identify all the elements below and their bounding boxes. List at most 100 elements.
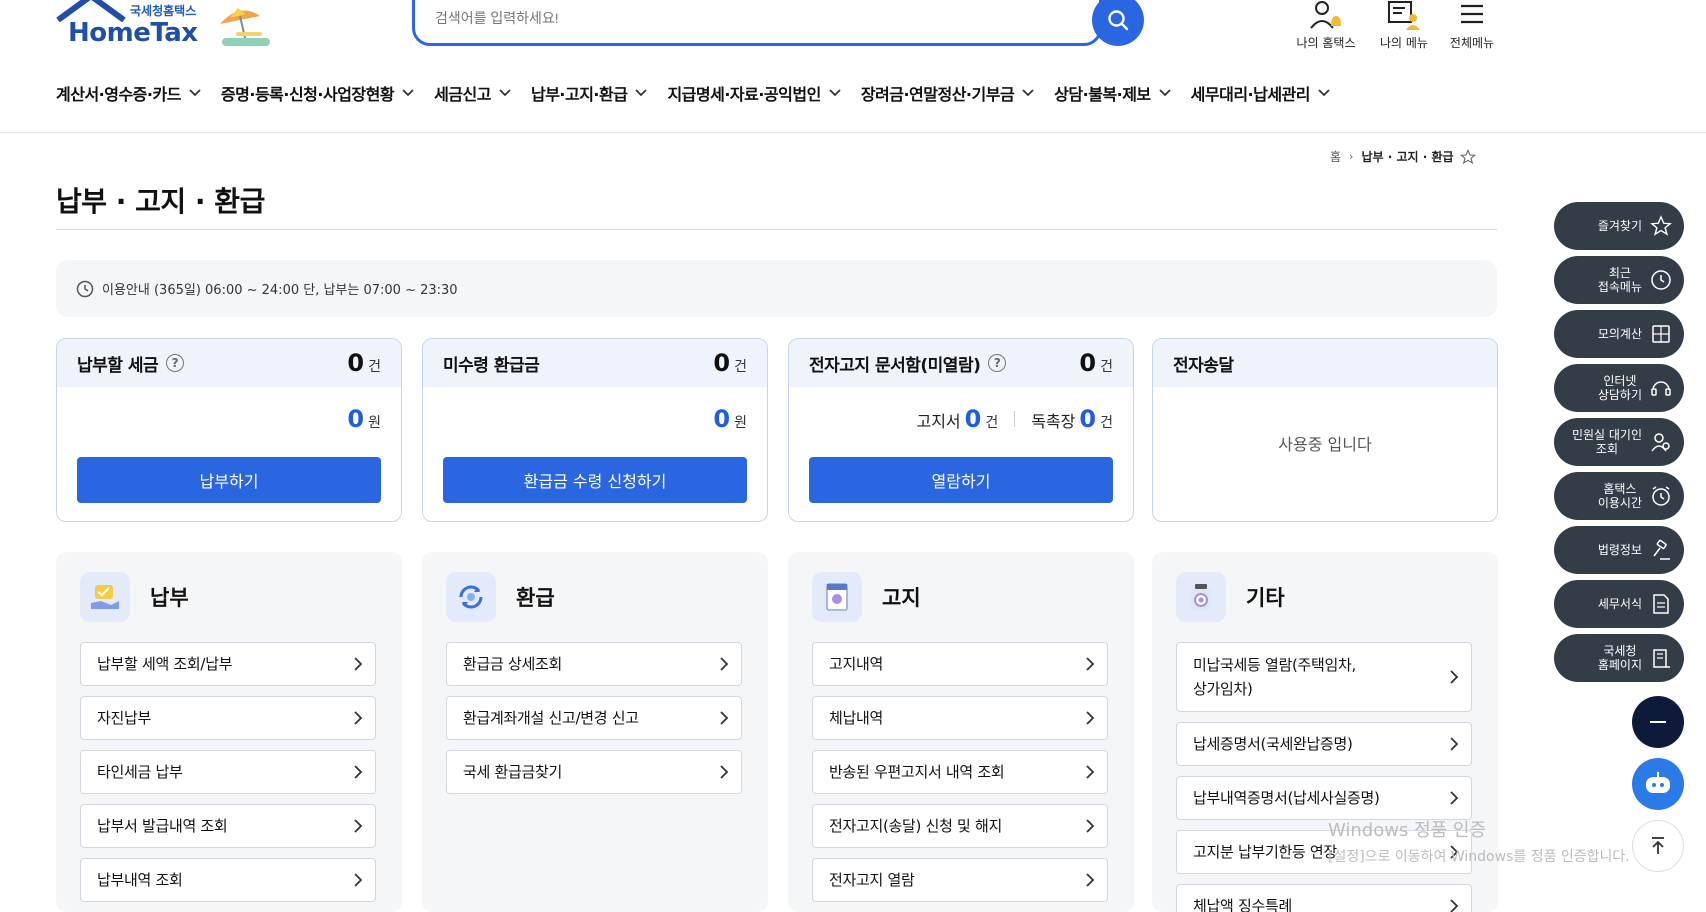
view-button[interactable]: 열람하기 — [809, 457, 1113, 503]
title-divider — [56, 229, 1497, 230]
hamburger-icon — [1461, 4, 1483, 24]
logo-subtitle: 국세청홈택스 — [130, 4, 197, 18]
chevron-right-icon — [1086, 765, 1095, 779]
list-item[interactable]: 반송된 우편고지서 내역 조회 — [812, 750, 1108, 794]
count-value: 0 — [713, 349, 731, 377]
list-item[interactable]: 환급계좌개설 신고/변경 신고 — [446, 696, 742, 740]
scroll-top-button[interactable] — [1632, 820, 1684, 872]
refund-cycle-icon — [446, 572, 496, 622]
chevron-right-icon — [1086, 657, 1095, 671]
headset-icon — [1651, 381, 1671, 396]
usage-notice-text: 이용안내 (365일) 06:00 ~ 24:00 단, 납부는 07:00 ~… — [102, 283, 458, 298]
amount-unit: 원 — [734, 415, 747, 431]
global-navigation: 계산서·영수증·카드 증명·등록·신청·사업장현황 세금신고 납부·고지·환급 … — [56, 78, 1330, 108]
gnb-item-incentives[interactable]: 장려금·연말정산·기부금 — [861, 78, 1034, 108]
chatbot-button[interactable] — [1632, 758, 1684, 810]
card-title: 전자고지 문서함(미열람) — [809, 355, 981, 376]
pay-button[interactable]: 납부하기 — [77, 457, 381, 503]
chevron-right-icon — [354, 819, 363, 833]
search-button[interactable] — [1092, 0, 1144, 46]
help-icon[interactable]: ? — [988, 354, 1007, 372]
quick-waiting-lookup[interactable]: 민원실 대기인 조회 — [1554, 418, 1684, 466]
watermark-line2: [설정]으로 이동하여 Windows를 정품 인증합니다. — [1328, 849, 1630, 865]
quick-online-consult[interactable]: 인터넷 상담하기 — [1554, 364, 1684, 412]
chatbot-icon — [1646, 772, 1670, 793]
list-item[interactable]: 타인세금 납부 — [80, 750, 376, 794]
urge-unit: 건 — [1100, 415, 1113, 431]
card-title: 납부할 세금 — [77, 355, 159, 376]
quick-tax-forms[interactable]: 세무서식 — [1554, 580, 1684, 628]
quick-law-info[interactable]: 법령정보 — [1554, 526, 1684, 574]
collapse-quick-menu-button[interactable] — [1632, 696, 1684, 748]
my-menu-link[interactable]: 나의 메뉴 — [1368, 0, 1440, 51]
quick-nts-homepage[interactable]: 국세청 홈페이지 — [1554, 634, 1684, 682]
category-notice: 고지 고지내역 체납내역 반송된 우편고지서 내역 조회 전자고지(송달) 신청… — [788, 552, 1134, 912]
building-icon — [1653, 649, 1670, 668]
list-item[interactable]: 환급금 상세조회 — [446, 642, 742, 686]
chevron-right-icon — [1450, 899, 1459, 912]
divider — [1014, 411, 1016, 427]
list-item[interactable]: 납세증명서(국세완납증명) — [1176, 722, 1472, 766]
hometax-logo[interactable]: 국세청홈택스 HomeTax — [56, 0, 271, 52]
search-input[interactable] — [435, 3, 1035, 33]
breadcrumb-current: 납부 · 고지 · 환급 — [1361, 150, 1454, 164]
favorite-star-icon[interactable] — [1459, 148, 1476, 165]
list-item[interactable]: 납부할 세액 조회/납부 — [80, 642, 376, 686]
help-icon[interactable]: ? — [166, 354, 185, 372]
list-item[interactable]: 납부내역 조회 — [80, 858, 376, 902]
chevron-down-icon — [635, 89, 648, 97]
quick-recent-menu[interactable]: 최근 접속메뉴 — [1554, 256, 1684, 304]
alarm-clock-icon — [1652, 486, 1670, 506]
chevron-right-icon — [1450, 737, 1459, 751]
gnb-item-agent[interactable]: 세무대리·납세관리 — [1191, 78, 1330, 108]
all-menu-button[interactable]: 전체메뉴 — [1436, 0, 1508, 51]
list-item[interactable]: 체납내역 — [812, 696, 1108, 740]
list-item[interactable]: 미납국세등 열람(주택임차, 상가임차) — [1176, 642, 1472, 712]
umbrella-icon — [220, 8, 270, 46]
quick-favorites[interactable]: 즐겨찾기 — [1554, 202, 1684, 250]
my-menu-label: 나의 메뉴 — [1380, 36, 1428, 50]
star-icon — [1650, 215, 1672, 236]
gnb-item-payment[interactable]: 납부·고지·환급 — [531, 78, 648, 108]
notice-label: 고지서 — [916, 412, 961, 431]
summary-card-tax-due: 납부할 세금 ? 0건 0원 납부하기 — [56, 338, 402, 522]
refund-apply-button[interactable]: 환급금 수령 신청하기 — [443, 457, 747, 503]
quick-service-hours[interactable]: 홈택스 이용시간 — [1554, 472, 1684, 520]
all-menu-label: 전체메뉴 — [1449, 36, 1495, 50]
chevron-down-icon — [829, 89, 841, 97]
category-title: 고지 — [882, 586, 921, 610]
gnb-item-tax-return[interactable]: 세금신고 — [434, 78, 511, 108]
list-item[interactable]: 고지내역 — [812, 642, 1108, 686]
count-unit: 건 — [1100, 359, 1113, 375]
windows-activation-watermark: Windows 정품 인증 [설정]으로 이동하여 Windows를 정품 인증… — [1328, 816, 1630, 866]
gnb-item-consulting[interactable]: 상담·불복·제보 — [1054, 78, 1171, 108]
clock-icon — [1651, 270, 1671, 290]
amount-unit: 원 — [368, 415, 381, 431]
list-item[interactable]: 납부내역증명서(납세사실증명) — [1176, 776, 1472, 820]
breadcrumb-home[interactable]: 홈 — [1330, 148, 1341, 165]
chevron-right-icon — [720, 765, 729, 779]
delivery-status: 사용중 입니다 — [1278, 435, 1372, 454]
quick-simulation[interactable]: 모의계산 — [1554, 310, 1684, 358]
list-item[interactable]: 전자고지 열람 — [812, 858, 1108, 902]
gnb-item-receipts[interactable]: 계산서·영수증·카드 — [56, 78, 201, 108]
watermark-line1: Windows 정품 인증 — [1328, 820, 1487, 841]
count-unit: 건 — [734, 359, 747, 375]
search-box[interactable] — [412, 0, 1102, 46]
usage-notice: 이용안내 (365일) 06:00 ~ 24:00 단, 납부는 07:00 ~… — [56, 260, 1497, 317]
category-title: 기타 — [1246, 586, 1285, 610]
summary-card-unclaimed-refund: 미수령 환급금 0건 0원 환급금 수령 신청하기 — [422, 338, 768, 522]
list-item[interactable]: 국세 환급금찾기 — [446, 750, 742, 794]
count-unit: 건 — [368, 359, 381, 375]
page-title: 납부 · 고지 · 환급 — [56, 185, 265, 218]
law-gavel-icon — [1653, 539, 1670, 560]
card-title: 미수령 환급금 — [443, 355, 540, 376]
list-item[interactable]: 자진납부 — [80, 696, 376, 740]
gnb-item-certificates[interactable]: 증명·등록·신청·사업장현황 — [221, 78, 414, 108]
gnb-item-statements[interactable]: 지급명세·자료·공익법인 — [667, 78, 841, 108]
my-hometax-link[interactable]: 나의 홈택스 — [1290, 0, 1362, 51]
list-item[interactable]: 전자고지(송달) 신청 및 해지 — [812, 804, 1108, 848]
notice-unit: 건 — [985, 415, 999, 431]
chevron-down-icon — [1159, 89, 1171, 97]
list-item[interactable]: 납부서 발급내역 조회 — [80, 804, 376, 848]
